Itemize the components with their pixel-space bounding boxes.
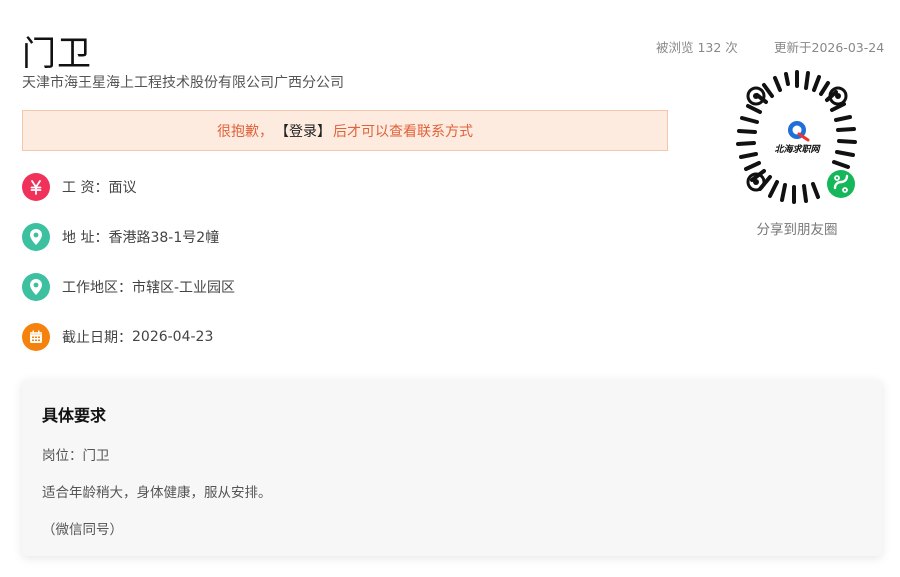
yuan-icon <box>22 173 50 201</box>
requirements-title: 具体要求 <box>42 406 107 425</box>
notice-prefix: 很抱歉， <box>217 123 273 140</box>
qr-logo-text: 北海求职网 <box>774 145 820 155</box>
updated-date: 更新于2026-03-24 <box>774 40 885 55</box>
region-label: 工作地区： <box>62 280 132 296</box>
notice-suffix: 后才可以查看联系方式 <box>333 123 473 140</box>
address-row: 地 址： 香港路38-1号2幢 <box>22 223 219 251</box>
login-notice: 很抱歉， 【登录】 后才可以查看联系方式 <box>22 110 668 151</box>
company-name[interactable]: 天津市海王星海上工程技术股份有限公司广西分公司 <box>22 72 344 92</box>
requirement-line: 适合年龄稍大，身体健康，服从安排。 <box>42 485 272 501</box>
requirement-line: 岗位：门卫 <box>42 448 110 464</box>
view-count: 被浏览 132 次 <box>656 40 738 55</box>
requirement-line: （微信同号） <box>42 522 123 538</box>
qr-code-icon <box>736 70 857 204</box>
region-row: 工作地区： 市辖区-工业园区 <box>22 273 235 301</box>
address-label: 地 址： <box>62 230 109 246</box>
job-title: 门卫 <box>22 34 92 74</box>
deadline-label: 截止日期： <box>62 330 132 346</box>
calendar-icon <box>22 323 50 351</box>
salary-value: 面议 <box>108 180 137 196</box>
address-value: 香港路38-1号2幢 <box>108 230 220 246</box>
deadline-value: 2026-04-23 <box>132 329 214 345</box>
deadline-row: 截止日期： 2026-04-23 <box>22 323 213 351</box>
login-link[interactable]: 【登录】 <box>275 121 331 141</box>
salary-row: 工 资： 面议 <box>22 173 136 201</box>
requirements-card: 具体要求 岗位：门卫 适合年龄稍大，身体健康，服从安排。 （微信同号） <box>22 380 882 556</box>
location-icon <box>22 273 50 301</box>
share-qr-code[interactable]: 北海求职网 <box>726 68 868 210</box>
region-value: 市辖区-工业园区 <box>132 280 236 296</box>
location-icon <box>22 223 50 251</box>
share-caption: 分享到朋友圈 <box>756 222 838 238</box>
salary-label: 工 资： <box>62 180 109 196</box>
